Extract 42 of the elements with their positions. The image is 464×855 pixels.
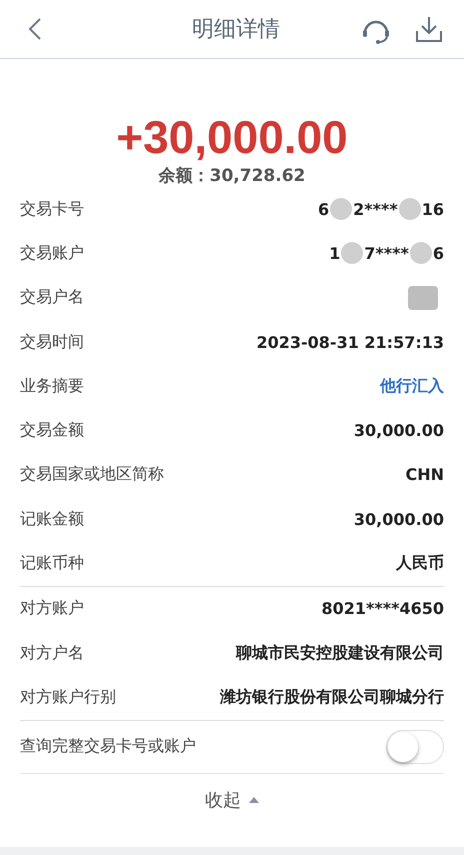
field-label: 交易时间 [20, 332, 84, 353]
field-value: 潍坊银行股份有限公司聊城分行 [220, 686, 444, 708]
toggle-label: 查询完整交易卡号或账户 [20, 736, 196, 758]
balance-label: 余额： [158, 166, 210, 186]
field-value: 他行汇入 [380, 376, 444, 397]
amount-text: +30,000.00 [115, 110, 349, 165]
field-label: 交易国家或地区简称 [20, 464, 164, 486]
field-label: 对方户名 [20, 642, 84, 664]
field-label: 交易户名 [20, 287, 84, 308]
download-icon[interactable] [414, 14, 444, 44]
field-value: 聊城市民安控股建设有限公司 [236, 642, 444, 664]
collapse-button[interactable]: 收起 [201, 784, 263, 816]
field-label: 交易账户 [20, 242, 84, 264]
page-title: 明细详情 [192, 16, 280, 44]
field-value: 6 [318, 200, 330, 219]
field-label: 对方账户行别 [20, 686, 116, 708]
field-value: 30,000.00 [354, 421, 444, 440]
back-icon[interactable] [28, 17, 42, 41]
field-value: 2**** [353, 200, 398, 219]
balance-value: 30,728.62 [210, 166, 306, 186]
field-label: 交易卡号 [20, 198, 84, 220]
field-value: CHN [405, 465, 444, 484]
field-value: 6 [432, 244, 444, 263]
caret-icon [249, 796, 259, 803]
field-label: 记账币种 [20, 553, 84, 574]
redaction-mark [410, 242, 432, 264]
redaction-mark [341, 242, 364, 264]
field-label: 业务摘要 [20, 376, 84, 397]
toggle-switch[interactable] [386, 730, 444, 764]
field-value: 30,000.00 [354, 510, 444, 529]
field-label: 对方账户 [20, 598, 84, 620]
field-value: 8021****4650 [321, 599, 444, 618]
field-value: 7**** [364, 244, 409, 263]
field-value: 人民币 [396, 553, 444, 574]
field-label: 交易金额 [20, 420, 84, 442]
redaction-mark [398, 198, 421, 220]
field-value: 2023-08-31 21:57:13 [256, 332, 444, 352]
field-label: 记账金额 [20, 508, 84, 530]
redaction-mark [330, 198, 352, 220]
field-value: 1 [329, 244, 340, 263]
field-value: 16 [422, 200, 444, 219]
redaction-mark [408, 286, 438, 310]
